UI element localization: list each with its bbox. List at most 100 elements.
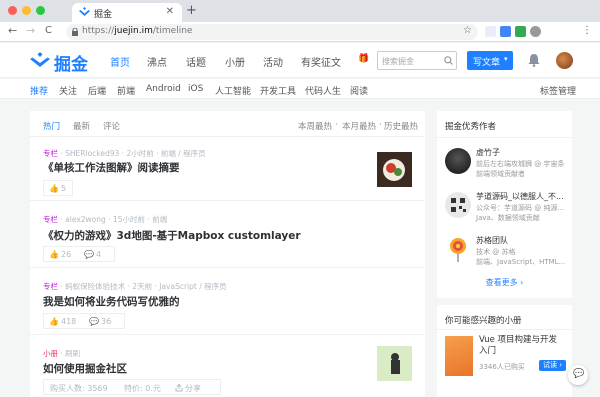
qr-avatar-icon — [451, 198, 466, 212]
list-item[interactable]: 专栏 · 蚂蚁保险体验技术 · 2天前 · JavaScript / 程序员 我… — [30, 269, 425, 335]
book-thumbnail[interactable] — [377, 346, 412, 381]
reload-button[interactable]: C — [45, 25, 52, 36]
minimize-window-dot[interactable] — [22, 6, 31, 15]
article-thumbnail[interactable] — [377, 152, 412, 187]
like-icon[interactable]: 👍 — [49, 250, 59, 259]
list-item[interactable]: 专栏 · SHERlocked93 · 2小时前 · 前端 / 程序员 《单核工… — [30, 138, 425, 201]
category-code-life[interactable]: 代码人生 — [305, 84, 341, 97]
comment-icon[interactable]: 💬 — [84, 250, 94, 259]
try-read-button[interactable]: 试读 › — [539, 360, 566, 371]
lock-icon — [72, 28, 78, 36]
tab-hot[interactable]: 热门 — [43, 120, 60, 132]
write-article-button[interactable]: 写文章 ▾ — [467, 51, 513, 70]
search-input[interactable]: 搜索掘金 — [377, 51, 457, 70]
browser-tab[interactable]: 掘金 ✕ — [72, 3, 182, 22]
author-domain: 前端领域贡献者 — [476, 170, 525, 178]
rank-separator: · — [379, 120, 382, 130]
address-bar[interactable]: https://juejin.im/timeline ☆ — [66, 24, 478, 40]
tab-latest[interactable]: 最新 — [73, 120, 90, 132]
category-ai[interactable]: 人工智能 — [215, 84, 251, 97]
notification-bell-icon[interactable] — [528, 53, 540, 67]
user-avatar[interactable] — [556, 52, 573, 69]
nav-books[interactable]: 小册 — [225, 54, 245, 69]
nav-home[interactable]: 首页 — [110, 54, 130, 69]
bookmark-star-icon[interactable]: ☆ — [463, 25, 472, 36]
maximize-window-dot[interactable] — [36, 6, 45, 15]
extension-blue-icon[interactable] — [500, 26, 511, 37]
category-dev-tools[interactable]: 开发工具 — [260, 84, 296, 97]
nav-topics[interactable]: 话题 — [186, 54, 206, 69]
share-label[interactable]: 分享 — [185, 383, 201, 394]
share-icon[interactable] — [175, 384, 183, 392]
rank-all-time[interactable]: 历史最热 — [384, 120, 418, 132]
nav-events[interactable]: 活动 — [263, 54, 283, 69]
list-header: 热门 最新 评论 本周最热 · 本月最热 · 历史最热 — [30, 111, 425, 137]
close-window-dot[interactable] — [8, 6, 17, 15]
tag-management-link[interactable]: 标签管理 — [540, 84, 576, 97]
like-icon[interactable]: 👍 — [49, 184, 59, 193]
entry-actions: 购买人数: 3569 特价: 0.元 分享 — [43, 379, 221, 395]
juejin-logo-icon[interactable] — [30, 52, 50, 68]
view-more-link[interactable]: 查看更多 › — [437, 277, 572, 288]
authors-title: 掘金优秀作者 — [445, 122, 497, 132]
tab-close-icon[interactable]: ✕ — [166, 6, 174, 17]
logo-text[interactable]: 掘金 — [54, 50, 88, 75]
category-ios[interactable]: iOS — [188, 84, 203, 94]
extension-green-icon[interactable] — [515, 26, 526, 37]
extension-grid-icon[interactable] — [485, 26, 496, 37]
search-icon[interactable] — [444, 56, 453, 65]
rank-week[interactable]: 本周最热 — [298, 120, 332, 132]
new-tab-button[interactable]: + — [186, 3, 197, 18]
author-title: 技术 @ 苏格 — [476, 248, 516, 256]
author-name[interactable]: 芋道源码_以德服人_不... — [476, 191, 564, 202]
nav-essay-contest[interactable]: 有奖征文 — [301, 54, 341, 69]
nav-pins[interactable]: 沸点 — [147, 54, 167, 69]
comment-count: 4 — [96, 250, 102, 259]
book-cover[interactable] — [445, 336, 473, 376]
tab-comments[interactable]: 评论 — [103, 120, 120, 132]
author-name[interactable]: 苏格团队 — [476, 235, 508, 246]
back-button[interactable]: ← — [8, 24, 17, 37]
category-reading[interactable]: 阅读 — [350, 84, 368, 97]
entry-title[interactable]: 《权力的游戏》3d地图-基于Mapbox customlayer — [43, 228, 301, 243]
browser-toolbar: ← → C https://juejin.im/timeline ☆ ⋮ — [0, 22, 600, 42]
avatar[interactable] — [445, 236, 471, 262]
list-item[interactable]: 小册 · 刷刷 如何使用掘金社区 购买人数: 3569 特价: 0.元 分享 — [30, 336, 425, 397]
category-recommended[interactable]: 推荐 — [30, 84, 48, 97]
entry-title[interactable]: 《单核工作法图解》阅读摘要 — [43, 160, 180, 175]
avatar[interactable] — [445, 148, 471, 174]
comment-icon[interactable]: 💬 — [89, 317, 99, 326]
author-name[interactable]: 虚竹子 — [476, 147, 500, 158]
entry-title[interactable]: 如何使用掘金社区 — [43, 361, 127, 376]
like-icon[interactable]: 👍 — [49, 317, 59, 326]
category-backend[interactable]: 后端 — [88, 84, 106, 97]
like-count: 5 — [61, 184, 67, 193]
browser-tab-bar: 掘金 ✕ + — [0, 0, 600, 22]
author-item[interactable]: 芋道源码_以德服人_不... 公众号：芋道源码 @ 纯源... Java、数据领… — [437, 184, 572, 228]
avatar[interactable] — [445, 192, 471, 218]
special-price: 特价: 0.元 — [124, 384, 161, 393]
feedback-button[interactable]: 💬 — [568, 365, 588, 385]
author-title: 前后左右端攻城狮 @ 宇宙条 — [476, 160, 565, 168]
author-item[interactable]: 虚竹子 前后左右端攻城狮 @ 宇宙条 前端领域贡献者 — [437, 140, 572, 184]
rank-separator: · — [335, 120, 338, 130]
rank-month[interactable]: 本月最热 — [342, 120, 376, 132]
juejin-favicon-icon — [79, 7, 90, 16]
browser-menu-icon[interactable]: ⋮ — [582, 25, 592, 36]
category-following[interactable]: 关注 — [59, 84, 77, 97]
entry-actions: 👍 418 💬 36 — [43, 313, 125, 329]
forward-button[interactable]: → — [26, 24, 35, 37]
book-title[interactable]: Vue 项目构建与开发入门 — [479, 335, 564, 357]
write-dropdown-caret-icon[interactable]: ▾ — [504, 55, 508, 63]
recommended-books-panel: 你可能感兴趣的小册 Vue 项目构建与开发入门 3346人已购买 试读 › — [437, 305, 572, 397]
profile-avatar-icon[interactable] — [530, 26, 541, 37]
entry-meta: 小册 · 刷刷 — [43, 349, 81, 358]
entry-meta: 专栏 · SHERlocked93 · 2小时前 · 前端 / 程序员 — [43, 149, 206, 158]
entry-title[interactable]: 我是如何将业务代码写优雅的 — [43, 294, 180, 309]
author-domain: 前端、JavaScript、HTML... — [476, 258, 566, 266]
chat-icon: 💬 — [573, 369, 585, 379]
author-item[interactable]: 苏格团队 技术 @ 苏格 前端、JavaScript、HTML... — [437, 228, 572, 272]
category-frontend[interactable]: 前端 — [117, 84, 135, 97]
list-item[interactable]: 专栏 · alex2wong · 15小时前 · 前端 《权力的游戏》3d地图-… — [30, 202, 425, 268]
category-android[interactable]: Android — [146, 84, 181, 94]
